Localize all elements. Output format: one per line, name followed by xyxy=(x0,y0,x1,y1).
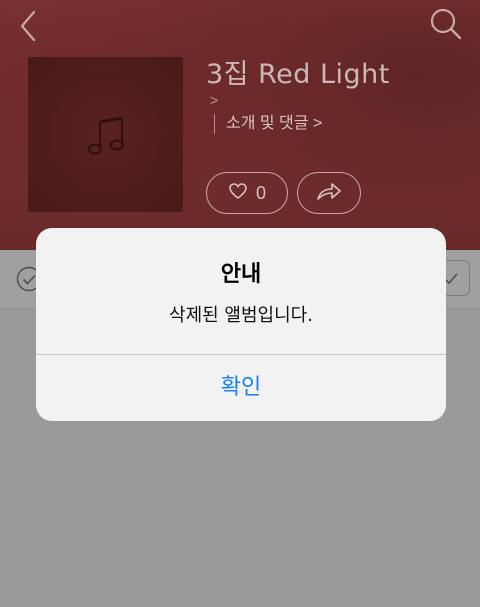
alert-message: 삭제된 앨범입니다. xyxy=(169,305,313,326)
confirm-button[interactable]: 확인 xyxy=(36,355,446,421)
alert-dialog: 안내 삭제된 앨범입니다. 확인 xyxy=(36,228,446,421)
alert-title: 안내 xyxy=(220,262,262,287)
